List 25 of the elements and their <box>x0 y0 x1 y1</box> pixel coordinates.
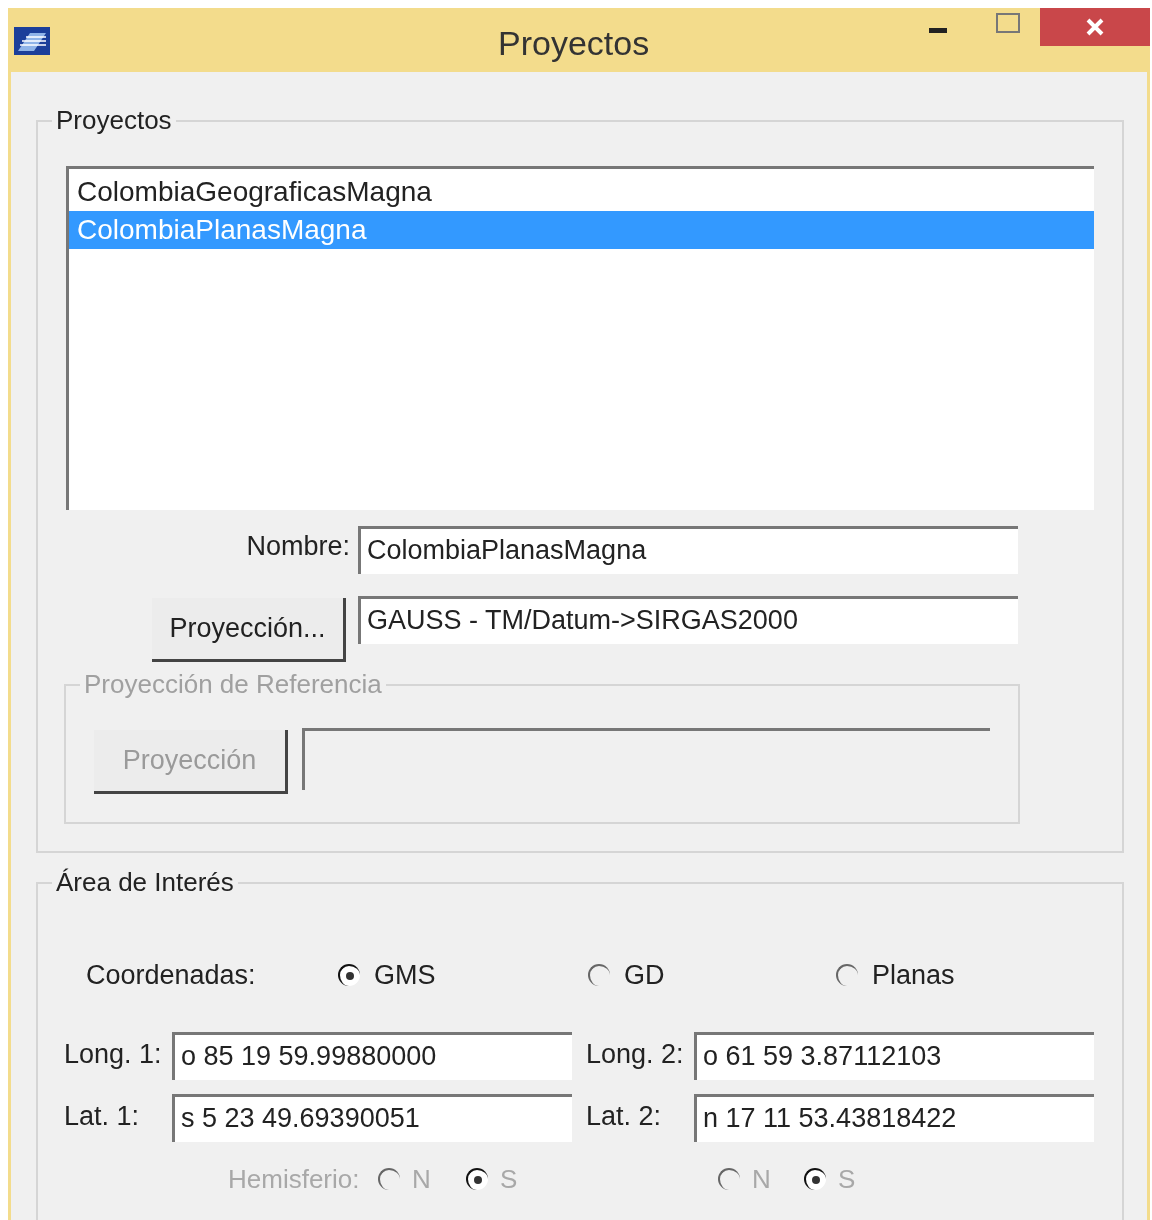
radio-label[interactable]: Planas <box>872 956 955 994</box>
radio-button[interactable] <box>338 964 360 986</box>
field-label: Lat. 1: <box>64 1100 140 1133</box>
input-field[interactable]: n 17 11 53.43818422 <box>694 1094 1094 1142</box>
project-list[interactable]: ColombiaGeograficasMagna ColombiaPlanasMagna <box>66 166 1094 510</box>
radio-label[interactable]: GD <box>624 956 665 994</box>
minimize-icon <box>929 27 947 33</box>
projection-button[interactable]: Proyección... <box>152 598 346 662</box>
input-field[interactable]: o 85 19 59.99880000 <box>172 1032 572 1080</box>
input-field[interactable]: s 5 23 49.69390051 <box>172 1094 572 1142</box>
hemisphere-label: Hemisferio: <box>228 1163 360 1196</box>
radio-label[interactable]: GMS <box>374 956 436 994</box>
window-title: Proyectos <box>498 23 650 64</box>
field-label: Lat. 2: <box>586 1100 662 1133</box>
list-item[interactable]: ColombiaGeograficasMagna <box>69 173 1094 211</box>
close-button[interactable] <box>1040 8 1150 46</box>
field-label: Long. 1: <box>64 1038 162 1071</box>
maximize-icon <box>996 13 1020 33</box>
close-icon <box>1085 17 1105 37</box>
field-label: Nombre: <box>246 530 350 563</box>
field-label: Long. 2: <box>586 1038 684 1071</box>
input-field[interactable]: ColombiaPlanasMagna <box>358 526 1018 574</box>
input-field[interactable]: o 61 59 3.87112103 <box>694 1032 1094 1080</box>
input-field[interactable]: GAUSS - TM/Datum->SIRGAS2000 <box>358 596 1018 644</box>
coordinates-label: Coordenadas: <box>86 959 256 992</box>
